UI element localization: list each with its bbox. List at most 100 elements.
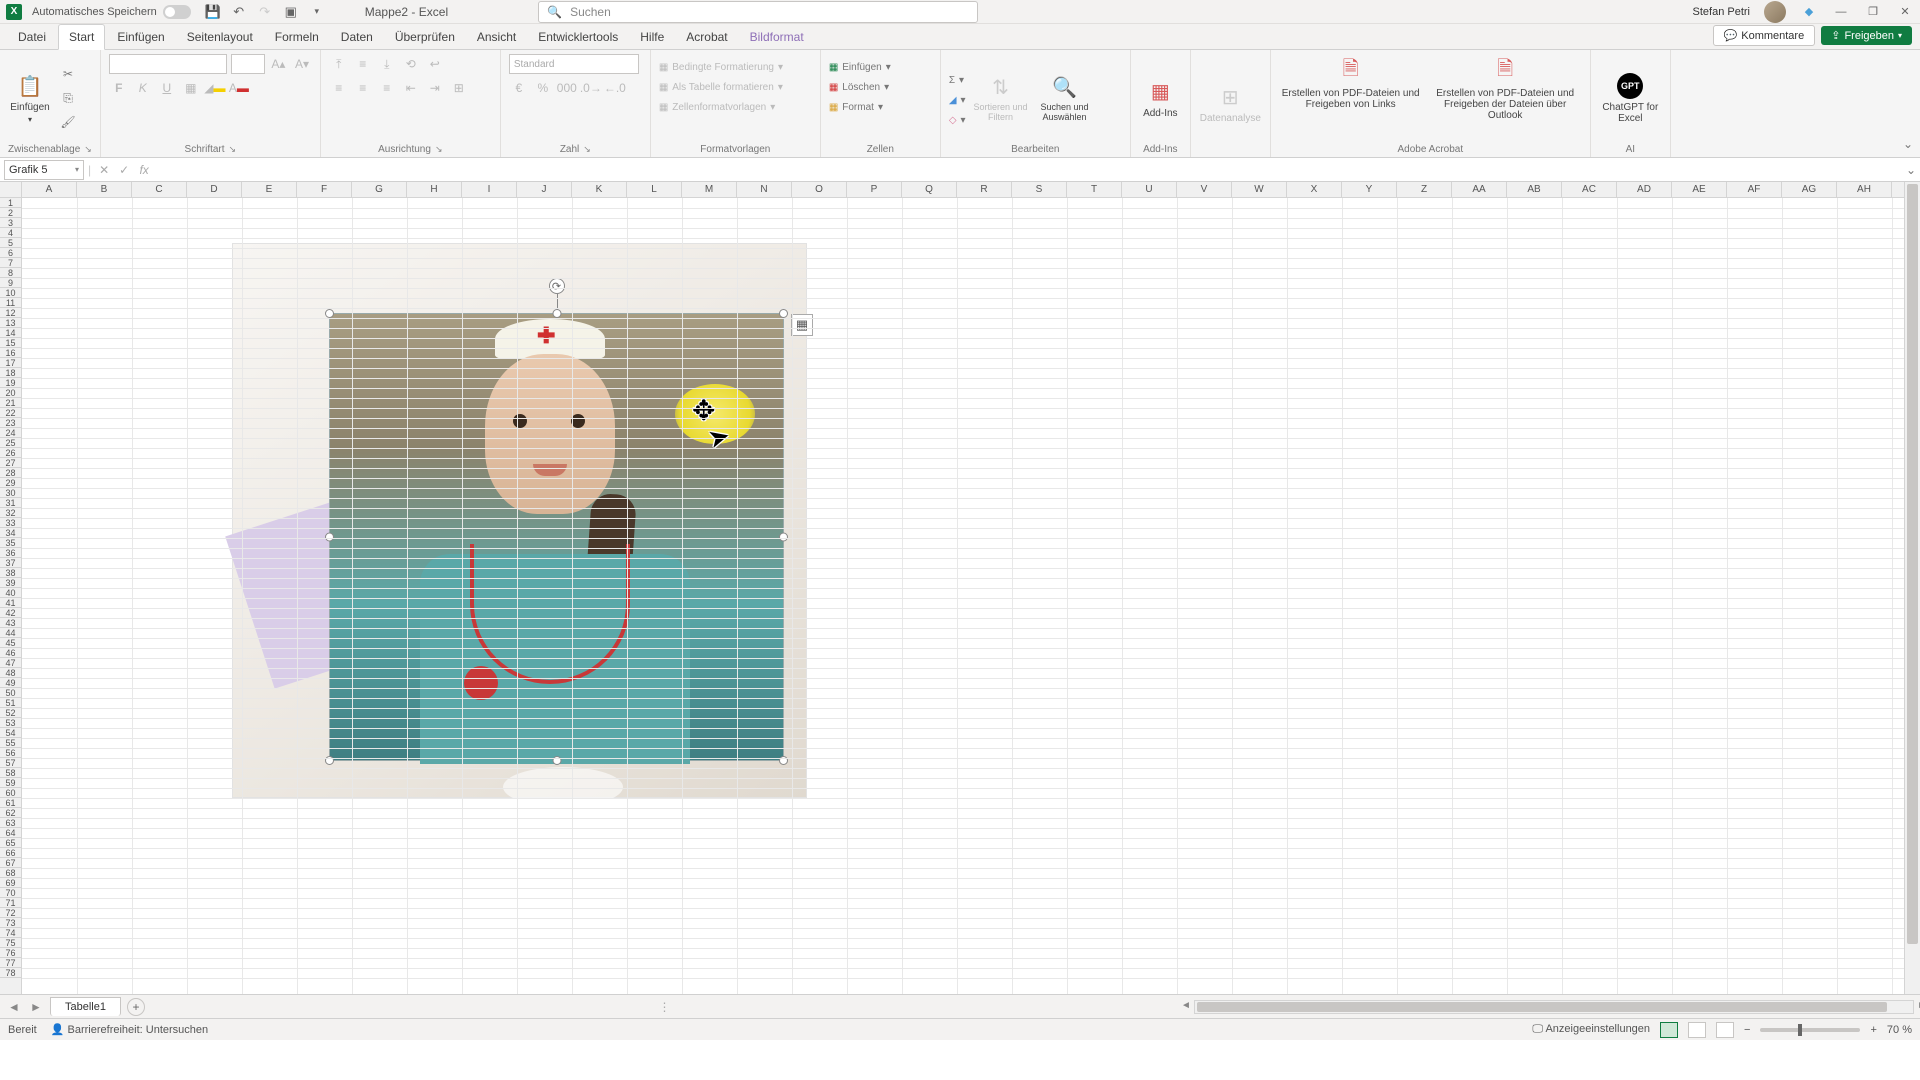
column-header[interactable]: S bbox=[1012, 182, 1067, 197]
row-header[interactable]: 37 bbox=[0, 558, 21, 568]
row-header[interactable]: 49 bbox=[0, 678, 21, 688]
qat-more-icon[interactable]: ▾ bbox=[309, 4, 325, 20]
fx-icon[interactable]: fx bbox=[135, 161, 153, 179]
row-header[interactable]: 47 bbox=[0, 658, 21, 668]
column-header[interactable]: D bbox=[187, 182, 242, 197]
cut-icon[interactable]: ✂ bbox=[58, 64, 78, 84]
column-header[interactable]: G bbox=[352, 182, 407, 197]
column-header[interactable]: P bbox=[847, 182, 902, 197]
row-header[interactable]: 34 bbox=[0, 528, 21, 538]
row-header[interactable]: 77 bbox=[0, 958, 21, 968]
vertical-scrollbar[interactable] bbox=[1904, 182, 1920, 994]
row-header[interactable]: 55 bbox=[0, 738, 21, 748]
row-header[interactable]: 59 bbox=[0, 778, 21, 788]
sort-filter-button[interactable]: ⇅ Sortieren und Filtern bbox=[972, 54, 1030, 142]
row-header[interactable]: 21 bbox=[0, 398, 21, 408]
row-header[interactable]: 10 bbox=[0, 288, 21, 298]
add-sheet-button[interactable]: + bbox=[127, 998, 145, 1016]
row-header[interactable]: 78 bbox=[0, 968, 21, 978]
row-header[interactable]: 6 bbox=[0, 248, 21, 258]
row-header[interactable]: 42 bbox=[0, 608, 21, 618]
accessibility-status[interactable]: 👤 Barrierefreiheit: Untersuchen bbox=[51, 1023, 208, 1036]
row-header[interactable]: 66 bbox=[0, 848, 21, 858]
row-header[interactable]: 52 bbox=[0, 708, 21, 718]
data-analysis-button[interactable]: ⊞ Datenanalyse bbox=[1199, 54, 1262, 153]
addins-button[interactable]: ▦ Add-Ins bbox=[1139, 54, 1182, 142]
row-header[interactable]: 35 bbox=[0, 538, 21, 548]
enter-formula-icon[interactable]: ✓ bbox=[115, 161, 133, 179]
page-break-view-button[interactable] bbox=[1716, 1022, 1734, 1038]
column-header[interactable]: A bbox=[22, 182, 77, 197]
tab-datei[interactable]: Datei bbox=[8, 25, 56, 49]
row-header[interactable]: 75 bbox=[0, 938, 21, 948]
tab-acrobat[interactable]: Acrobat bbox=[676, 25, 737, 49]
row-header[interactable]: 40 bbox=[0, 588, 21, 598]
select-all-corner[interactable] bbox=[0, 182, 22, 198]
row-header[interactable]: 31 bbox=[0, 498, 21, 508]
row-header[interactable]: 33 bbox=[0, 518, 21, 528]
undo-icon[interactable]: ↶ bbox=[231, 4, 247, 20]
fill-button[interactable]: ◢▾ bbox=[949, 91, 966, 109]
cancel-formula-icon[interactable]: ✕ bbox=[95, 161, 113, 179]
collapse-ribbon-icon[interactable]: ⌄ bbox=[1896, 50, 1920, 157]
tab-start[interactable]: Start bbox=[58, 24, 105, 50]
expand-formula-bar-icon[interactable]: ⌄ bbox=[1902, 163, 1920, 177]
resize-handle-nw[interactable] bbox=[325, 309, 334, 318]
row-header[interactable]: 5 bbox=[0, 238, 21, 248]
zoom-out-button[interactable]: − bbox=[1744, 1024, 1750, 1036]
resize-handle-n[interactable] bbox=[552, 309, 561, 318]
row-header[interactable]: 28 bbox=[0, 468, 21, 478]
format-cells-button[interactable]: ▦Format ▾ bbox=[829, 98, 932, 116]
user-avatar[interactable] bbox=[1764, 1, 1786, 23]
dialog-launcher-icon[interactable]: ↘ bbox=[84, 144, 92, 155]
column-header[interactable]: L bbox=[627, 182, 682, 197]
row-header[interactable]: 67 bbox=[0, 858, 21, 868]
tab-einfuegen[interactable]: Einfügen bbox=[107, 25, 174, 49]
column-header[interactable]: AA bbox=[1452, 182, 1507, 197]
row-header[interactable]: 45 bbox=[0, 638, 21, 648]
row-header[interactable]: 61 bbox=[0, 798, 21, 808]
search-box[interactable]: 🔍 Suchen bbox=[538, 1, 978, 23]
row-header[interactable]: 38 bbox=[0, 568, 21, 578]
row-header[interactable]: 46 bbox=[0, 648, 21, 658]
row-header[interactable]: 65 bbox=[0, 838, 21, 848]
horizontal-scrollbar[interactable]: ◄ ► bbox=[1194, 1000, 1914, 1014]
column-header[interactable]: N bbox=[737, 182, 792, 197]
page-layout-view-button[interactable] bbox=[1688, 1022, 1706, 1038]
column-header[interactable]: J bbox=[517, 182, 572, 197]
column-header[interactable]: W bbox=[1232, 182, 1287, 197]
column-header[interactable]: Z bbox=[1397, 182, 1452, 197]
camera-icon[interactable]: ▣ bbox=[283, 4, 299, 20]
diamond-icon[interactable]: ◆ bbox=[1800, 3, 1818, 21]
name-box[interactable]: Grafik 5 ▾ bbox=[4, 160, 84, 180]
find-select-button[interactable]: 🔍 Suchen und Auswählen bbox=[1036, 54, 1094, 142]
row-header[interactable]: 63 bbox=[0, 818, 21, 828]
row-header[interactable]: 60 bbox=[0, 788, 21, 798]
comments-button[interactable]: 💬 Kommentare bbox=[1713, 25, 1816, 46]
autosum-button[interactable]: Σ▾ bbox=[949, 71, 966, 89]
minimize-icon[interactable]: — bbox=[1832, 3, 1850, 21]
row-header[interactable]: 76 bbox=[0, 948, 21, 958]
row-header[interactable]: 41 bbox=[0, 598, 21, 608]
row-header[interactable]: 26 bbox=[0, 448, 21, 458]
column-header[interactable]: C bbox=[132, 182, 187, 197]
row-header[interactable]: 30 bbox=[0, 488, 21, 498]
row-header[interactable]: 17 bbox=[0, 358, 21, 368]
column-header[interactable]: I bbox=[462, 182, 517, 197]
scrollbar-thumb[interactable] bbox=[1197, 1002, 1887, 1012]
row-header[interactable]: 9 bbox=[0, 278, 21, 288]
selected-image[interactable]: ⟳ ▦ ✥ ➤ bbox=[329, 313, 784, 761]
row-headers[interactable]: 1234567891011121314151617181920212223242… bbox=[0, 198, 22, 994]
row-header[interactable]: 51 bbox=[0, 698, 21, 708]
column-header[interactable]: H bbox=[407, 182, 462, 197]
tab-ansicht[interactable]: Ansicht bbox=[467, 25, 526, 49]
column-header[interactable]: V bbox=[1177, 182, 1232, 197]
row-header[interactable]: 64 bbox=[0, 828, 21, 838]
row-header[interactable]: 44 bbox=[0, 628, 21, 638]
row-header[interactable]: 1 bbox=[0, 198, 21, 208]
row-header[interactable]: 74 bbox=[0, 928, 21, 938]
column-header[interactable]: E bbox=[242, 182, 297, 197]
save-icon[interactable]: 💾 bbox=[205, 4, 221, 20]
clear-button[interactable]: ◇▾ bbox=[949, 111, 966, 129]
zoom-in-button[interactable]: + bbox=[1870, 1024, 1876, 1036]
